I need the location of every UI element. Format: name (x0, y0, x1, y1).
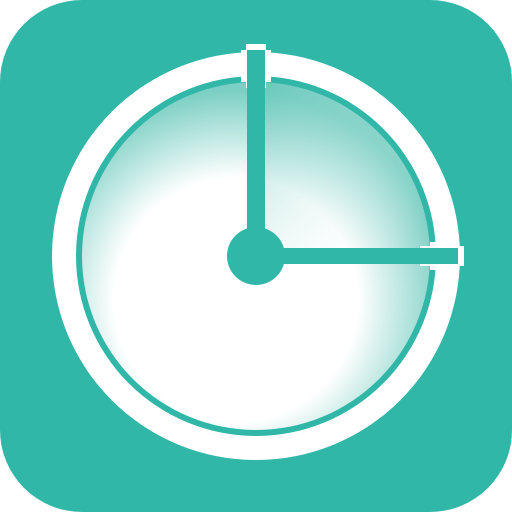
clock-icon (0, 0, 512, 512)
hour-hand (256, 248, 458, 264)
hand-gap-top (241, 50, 247, 82)
hand-gap-right (430, 242, 458, 248)
clock-center-hub (227, 227, 285, 285)
minute-hand (247, 50, 265, 256)
hand-gap-right-bottom (430, 264, 458, 270)
hand-gap-top-right (265, 50, 271, 82)
app-icon[interactable] (0, 0, 512, 512)
